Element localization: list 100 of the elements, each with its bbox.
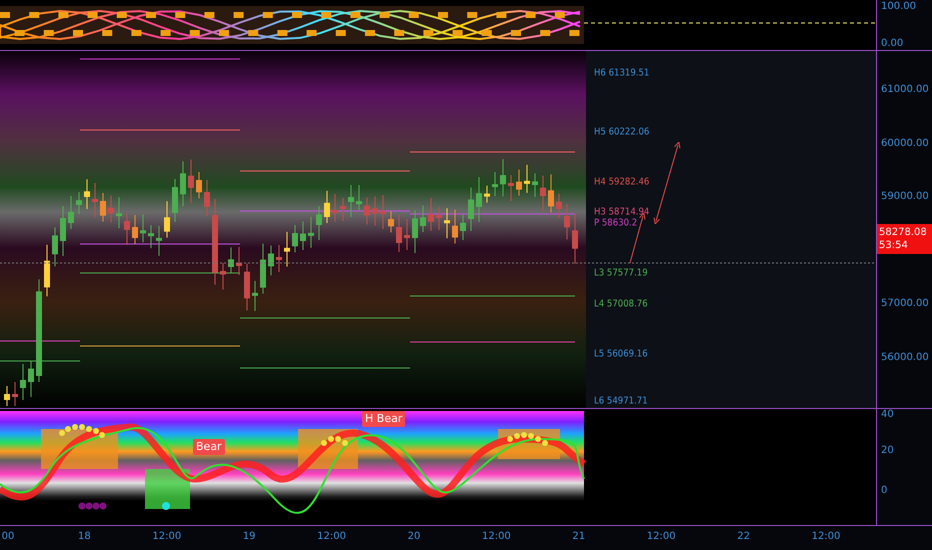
candle (500, 158, 506, 197)
candle (556, 193, 562, 219)
candle (52, 226, 58, 267)
candle (76, 192, 82, 214)
candle (92, 182, 98, 218)
candle (540, 175, 546, 212)
candle (548, 174, 554, 213)
candle (348, 184, 354, 218)
pivot-level-label: L4 57008.76 (594, 298, 648, 310)
candle (284, 231, 290, 268)
candle (100, 192, 106, 222)
candle (332, 194, 338, 222)
candle (388, 210, 394, 233)
pivot-level-label: L6 54971.71 (594, 396, 648, 406)
pivot-level-label: L5 56069.16 (594, 348, 648, 360)
time-label: 22 (737, 531, 750, 542)
candle (476, 176, 482, 222)
candle (468, 187, 474, 232)
candle (460, 214, 466, 240)
axis-label: 60000.00 (881, 138, 929, 150)
signal-label: Bear (193, 439, 225, 455)
candle (516, 169, 522, 196)
time-label: 12:00 (482, 531, 511, 542)
candle (452, 209, 458, 244)
candle (68, 195, 74, 230)
candle (492, 172, 498, 197)
candle (364, 197, 370, 225)
candle (20, 363, 26, 400)
candle (196, 172, 202, 199)
candle (420, 204, 426, 232)
axis-label: 61000.00 (881, 84, 929, 96)
candle (340, 198, 346, 222)
candle (132, 214, 138, 245)
candle (156, 225, 162, 256)
time-label: 18 (78, 531, 91, 542)
candle (396, 214, 402, 252)
candle (164, 200, 170, 238)
candle (148, 224, 154, 249)
candle (412, 210, 418, 254)
time-label: 21 (572, 531, 586, 542)
time-label: 12:00 (646, 531, 676, 542)
candle (124, 212, 130, 246)
candle (292, 224, 298, 253)
axis-label: 40 (881, 409, 894, 421)
candle (380, 194, 386, 230)
candle (372, 196, 378, 226)
time-label: 20 (408, 531, 420, 542)
axis-label: 0.00 (881, 38, 904, 50)
axis-label: 100.00 (881, 1, 916, 13)
candle (316, 206, 322, 240)
pivot-level-label: L3 57577.19 (594, 268, 648, 279)
candle (84, 178, 90, 210)
candle (60, 206, 66, 256)
pivot-level-label: H3 58714.94 (594, 206, 650, 218)
candle (484, 185, 490, 204)
candle (180, 160, 186, 207)
candle (524, 164, 530, 194)
axis-label: 57000.00 (881, 298, 929, 310)
candle (508, 174, 514, 202)
time-label: 12:00 (152, 531, 182, 542)
candle (444, 208, 450, 239)
candle (12, 382, 18, 406)
candle (4, 386, 10, 406)
candle (404, 218, 410, 250)
candle (116, 196, 122, 229)
candle (28, 360, 34, 398)
candle (44, 244, 50, 297)
time-label: 00 (2, 531, 14, 542)
time-label: 12:00 (317, 531, 346, 542)
candle (188, 159, 194, 204)
candle (108, 195, 114, 223)
candle (276, 244, 282, 272)
candle (204, 180, 210, 217)
time-label: 19 (242, 531, 256, 542)
candle (532, 172, 538, 198)
candle (228, 246, 234, 274)
candle (428, 198, 434, 232)
candle (220, 262, 226, 290)
candle (244, 263, 250, 311)
pivot-level-label: P 58630.2 (594, 218, 638, 229)
candle (140, 214, 146, 243)
candle (172, 178, 178, 222)
candle (564, 204, 570, 240)
candle (252, 280, 258, 312)
candle (436, 206, 442, 230)
pivot-level-label: H5 60222.06 (594, 126, 650, 138)
time-label: 12:00 (812, 531, 840, 542)
candle (356, 184, 362, 211)
axis-label: 20 (881, 445, 894, 457)
pivot-level-label: H6 61319.51 (594, 67, 650, 78)
axis-label: 56000.00 (881, 352, 929, 364)
candle (324, 190, 330, 224)
price-badge: 58278.08 53:54 (877, 224, 932, 254)
candle (300, 221, 306, 250)
axis-label: 59000.00 (881, 191, 929, 204)
candle (308, 216, 314, 248)
axis-label: 0 (881, 485, 888, 497)
candle (236, 246, 242, 276)
candle (268, 245, 274, 276)
signal-label: H Bear (362, 411, 406, 427)
